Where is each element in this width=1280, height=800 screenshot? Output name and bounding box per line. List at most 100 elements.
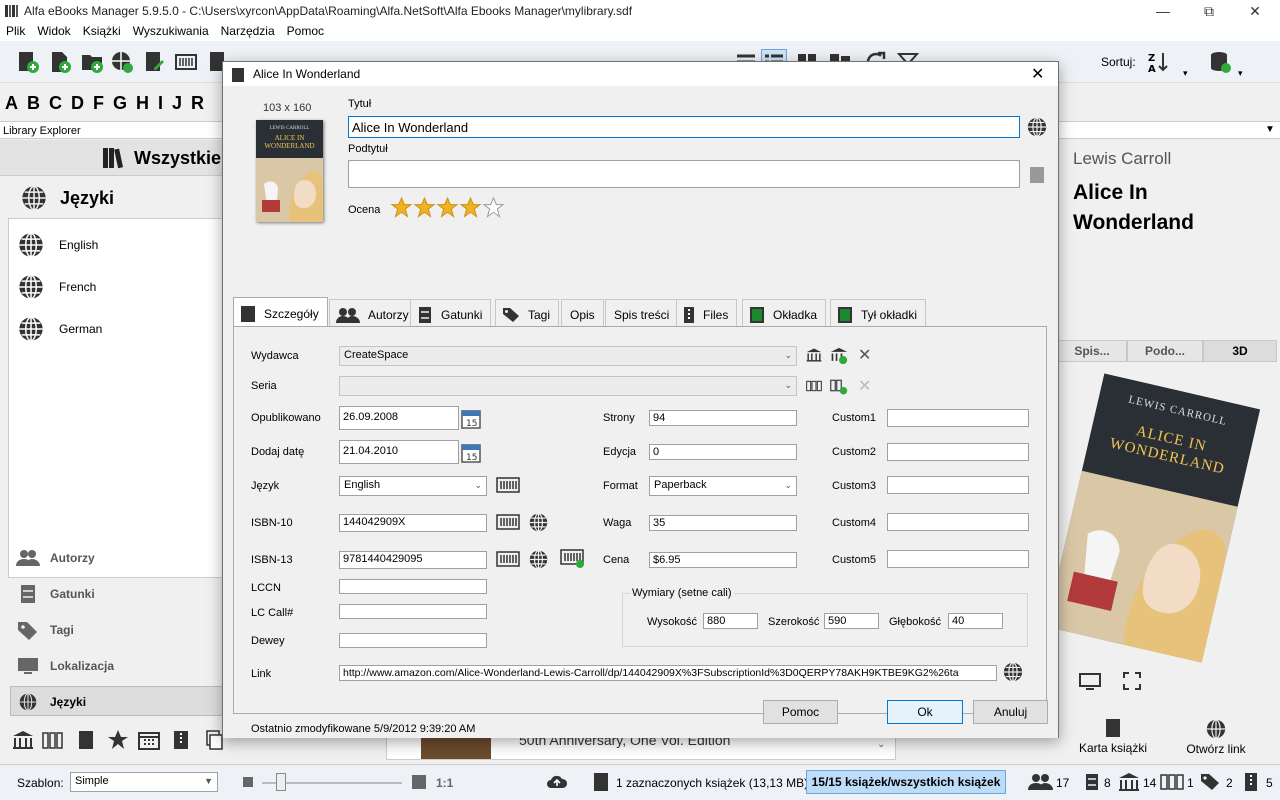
add-file-icon[interactable] [48, 50, 72, 74]
star-filled-icon[interactable] [459, 196, 482, 219]
lccall-input[interactable] [339, 604, 487, 619]
title-input[interactable]: Alice In Wonderland [348, 116, 1020, 138]
sort-az-icon[interactable]: ZA [1146, 50, 1170, 74]
globe-icon[interactable] [528, 549, 549, 570]
edition-input[interactable]: 0 [649, 444, 797, 460]
menu-searches[interactable]: Wyszukiwania [127, 22, 215, 41]
language-select[interactable]: English ⌄ [339, 476, 487, 496]
cloud-upload-icon[interactable] [546, 773, 568, 791]
edit-book-icon[interactable] [142, 50, 166, 74]
book-icon[interactable] [76, 730, 96, 750]
custom2-input[interactable] [887, 443, 1029, 461]
height-input[interactable]: 880 [703, 613, 758, 629]
menu-books[interactable]: Książki [77, 22, 127, 41]
cover-thumbnail[interactable]: LEWIS CARROLL ALICE IN WONDERLAND [256, 120, 323, 222]
nav-tags[interactable]: Tagi [16, 620, 74, 640]
cancel-button[interactable]: Anuluj [973, 700, 1048, 724]
custom1-input[interactable] [887, 409, 1029, 427]
preview-tab-similar[interactable]: Podo... [1127, 340, 1203, 362]
barcode-check-icon[interactable] [560, 549, 586, 569]
menu-view[interactable]: Widok [31, 22, 76, 41]
clear-publisher-icon[interactable]: ✕ [858, 345, 871, 365]
weight-input[interactable]: 35 [649, 515, 797, 531]
globe-icon[interactable] [1026, 116, 1048, 138]
help-button[interactable]: Pomoc [763, 700, 838, 724]
zoom-out-icon[interactable] [243, 777, 253, 787]
format-select[interactable]: Paperback ⌄ [649, 476, 797, 496]
zoom-in-icon[interactable] [412, 775, 426, 789]
add-publisher-icon[interactable] [830, 347, 848, 365]
template-select[interactable]: Simple ▼ [70, 772, 218, 792]
globe-icon[interactable] [1002, 661, 1024, 683]
series-icon[interactable] [42, 730, 64, 750]
globe-icon[interactable] [528, 512, 549, 533]
lccn-input[interactable] [339, 579, 487, 594]
letter-i[interactable]: I [158, 93, 163, 114]
publisher-icon[interactable] [806, 347, 822, 363]
book-icon[interactable] [1029, 166, 1045, 184]
star-filled-icon[interactable] [413, 196, 436, 219]
star-filled-icon[interactable] [436, 196, 459, 219]
custom3-input[interactable] [887, 476, 1029, 494]
calendar-icon[interactable]: 15 [461, 409, 481, 429]
tab-tags[interactable]: Tagi [495, 299, 560, 329]
added-date-input[interactable]: 21.04.2010 [339, 440, 459, 464]
dialog-close-button[interactable]: ✕ [1031, 64, 1044, 84]
nav-authors[interactable]: Autorzy [16, 548, 95, 568]
subtitle-input[interactable] [348, 160, 1020, 188]
publisher-icon[interactable] [12, 730, 34, 750]
tab-back-cover[interactable]: Tył okładki [830, 299, 927, 329]
price-input[interactable]: $6.95 [649, 552, 797, 568]
nav-location[interactable]: Lokalizacja [16, 656, 114, 676]
calendar-icon[interactable]: 15 [461, 443, 481, 463]
depth-input[interactable]: 40 [948, 613, 1003, 629]
list-item-english[interactable]: English [17, 231, 98, 259]
close-window-button[interactable]: ✕ [1232, 0, 1278, 22]
preview-tab-3d[interactable]: 3D [1203, 340, 1277, 362]
nav-genres[interactable]: Gatunki [16, 584, 95, 604]
letter-c[interactable]: C [49, 93, 62, 114]
calendar-icon[interactable] [138, 730, 160, 750]
tab-cover[interactable]: Okładka [742, 299, 827, 329]
letter-b[interactable]: B [27, 93, 40, 114]
letter-r[interactable]: R [191, 93, 204, 114]
monitor-icon[interactable] [1079, 672, 1101, 692]
tab-description[interactable]: Opis [561, 299, 604, 329]
tab-authors[interactable]: Autorzy [329, 299, 418, 329]
row-expand-icon[interactable]: ⌄ [877, 739, 885, 750]
fullscreen-icon[interactable] [1123, 672, 1141, 690]
menu-tools[interactable]: Narzędzia [215, 22, 281, 41]
barcode-icon[interactable] [496, 514, 520, 530]
link-input[interactable]: http://www.amazon.com/Alice-Wonderland-L… [339, 665, 997, 681]
star-filled-icon[interactable] [390, 196, 413, 219]
open-link-button[interactable]: Otwórz link [1161, 718, 1271, 756]
publisher-select[interactable]: CreateSpace ⌄ [339, 346, 797, 366]
tab-toc[interactable]: Spis treści [605, 299, 679, 329]
preview-tab-toc[interactable]: Spis... [1057, 340, 1127, 362]
panel-dropdown-icon[interactable]: ▼ [1265, 124, 1275, 135]
copy-icon[interactable] [204, 730, 224, 750]
list-item-french[interactable]: French [17, 273, 96, 301]
zoom-slider-handle[interactable] [276, 773, 286, 791]
menu-help[interactable]: Pomoc [281, 22, 330, 41]
add-online-icon[interactable] [110, 50, 134, 74]
dewey-input[interactable] [339, 633, 487, 648]
books-count-badge[interactable]: 15/15 książek/wszystkich książek [806, 770, 1006, 794]
pages-input[interactable]: 94 [649, 410, 797, 426]
clear-series-icon[interactable]: ✕ [858, 376, 871, 396]
star-icon[interactable] [106, 728, 130, 752]
letter-h[interactable]: H [136, 93, 149, 114]
series-icon[interactable] [806, 378, 822, 394]
restore-button[interactable]: ⧉ [1186, 0, 1232, 22]
rating-stars[interactable] [390, 196, 505, 219]
add-series-icon[interactable] [830, 378, 848, 396]
tab-files[interactable]: Files [676, 299, 738, 329]
custom4-input[interactable] [887, 513, 1029, 531]
tab-genres[interactable]: Gatunki [410, 299, 492, 329]
ok-button[interactable]: Ok [887, 700, 963, 724]
star-empty-icon[interactable] [482, 196, 505, 219]
menu-file[interactable]: Plik [0, 22, 31, 41]
width-input[interactable]: 590 [824, 613, 879, 629]
letter-g[interactable]: G [113, 93, 127, 114]
isbn13-input[interactable]: 9781440429095 [339, 551, 487, 569]
